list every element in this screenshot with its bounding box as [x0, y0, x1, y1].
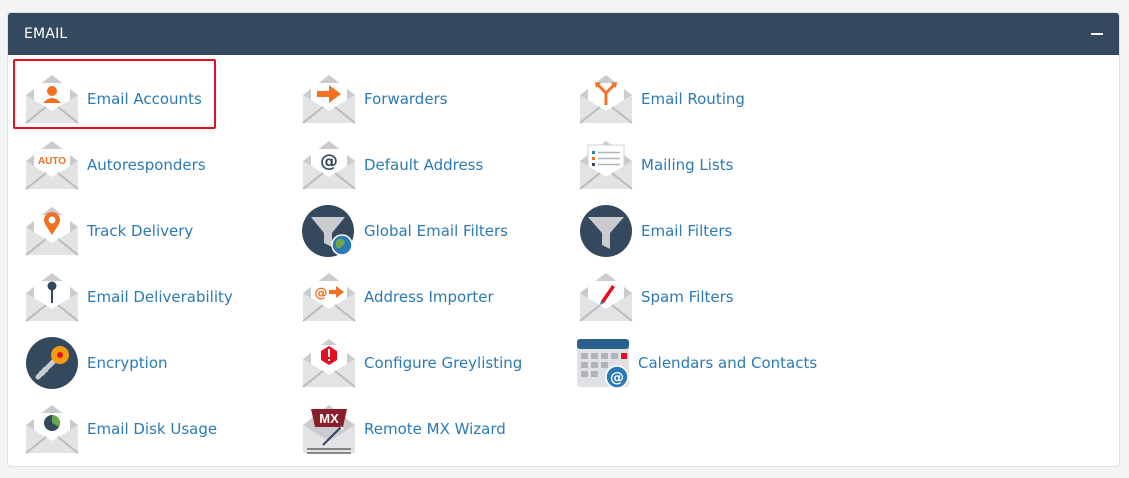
email-accounts-link[interactable]: Email Accounts: [24, 69, 202, 129]
item-label: Remote MX Wizard: [364, 420, 506, 438]
autoresponders-link[interactable]: AUTO Autoresponders: [24, 135, 206, 195]
autoresponders-icon: AUTO: [25, 141, 79, 190]
global-email-filters-link[interactable]: Global Email Filters: [301, 201, 508, 261]
encryption-icon: [26, 337, 78, 389]
item-label: Forwarders: [364, 90, 448, 108]
mailing-lists-link[interactable]: Mailing Lists: [578, 135, 733, 195]
email-disk-usage-icon: [25, 405, 79, 454]
item-label: Email Filters: [641, 222, 733, 240]
item-label: Autoresponders: [87, 156, 206, 174]
item-label: Address Importer: [364, 288, 494, 306]
configure-greylisting-link[interactable]: Configure Greylisting: [301, 333, 522, 393]
item-label: Configure Greylisting: [364, 354, 523, 372]
item-label: Encryption: [87, 354, 168, 372]
panel-title: EMAIL: [24, 26, 68, 42]
calendars-contacts-link[interactable]: @ Calendars and Contacts: [575, 333, 817, 393]
panel-header[interactable]: EMAIL: [8, 13, 1119, 55]
auto-text: AUTO: [38, 156, 66, 167]
forwarders-icon: [302, 75, 356, 124]
at-text: @: [320, 151, 338, 172]
remote-mx-wizard-icon: MX: [303, 405, 355, 454]
item-label: Calendars and Contacts: [638, 354, 818, 372]
item-label: Spam Filters: [641, 288, 734, 306]
email-deliverability-link[interactable]: Email Deliverability: [24, 267, 233, 327]
address-importer-link[interactable]: @ Address Importer: [301, 267, 494, 327]
track-delivery-icon: [25, 207, 79, 256]
mailing-lists-icon: [579, 141, 633, 190]
email-disk-usage-link[interactable]: Email Disk Usage: [24, 399, 217, 459]
remote-mx-wizard-link[interactable]: MX Remote MX Wizard: [301, 399, 506, 459]
default-address-icon: @: [302, 141, 356, 190]
item-label: Email Deliverability: [87, 288, 233, 306]
spam-filters-link[interactable]: Spam Filters: [578, 267, 734, 327]
mx-text: MX: [319, 411, 339, 426]
minus-icon[interactable]: [1089, 26, 1105, 42]
global-email-filters-icon: [302, 205, 354, 257]
at-text: @: [610, 370, 624, 386]
spam-filters-icon: [579, 273, 633, 322]
configure-greylisting-icon: [302, 339, 356, 388]
item-label: Default Address: [364, 156, 484, 174]
item-label: Email Routing: [641, 90, 745, 108]
email-routing-icon: [579, 75, 633, 124]
item-label: Email Disk Usage: [87, 420, 218, 438]
item-label: Global Email Filters: [364, 222, 508, 240]
item-label: Email Accounts: [87, 90, 202, 108]
email-routing-link[interactable]: Email Routing: [578, 69, 745, 129]
at-text: @: [315, 286, 328, 301]
address-importer-icon: @: [302, 273, 356, 322]
forwarders-link[interactable]: Forwarders: [301, 69, 448, 129]
calendars-contacts-icon: @: [577, 339, 629, 389]
item-label: Track Delivery: [87, 222, 194, 240]
default-address-link[interactable]: @ Default Address: [301, 135, 483, 195]
email-tools-grid: Email Accounts Forwarders Email Routing: [8, 55, 1119, 466]
item-label: Mailing Lists: [641, 156, 734, 174]
track-delivery-link[interactable]: Track Delivery: [24, 201, 193, 261]
email-accounts-icon: [25, 75, 79, 124]
encryption-link[interactable]: Encryption: [24, 333, 168, 393]
email-filters-icon: [580, 205, 632, 257]
email-deliverability-icon: [25, 273, 79, 322]
email-filters-link[interactable]: Email Filters: [578, 201, 732, 261]
email-panel: EMAIL Email Accounts Forwarders Email Ro…: [7, 12, 1120, 467]
